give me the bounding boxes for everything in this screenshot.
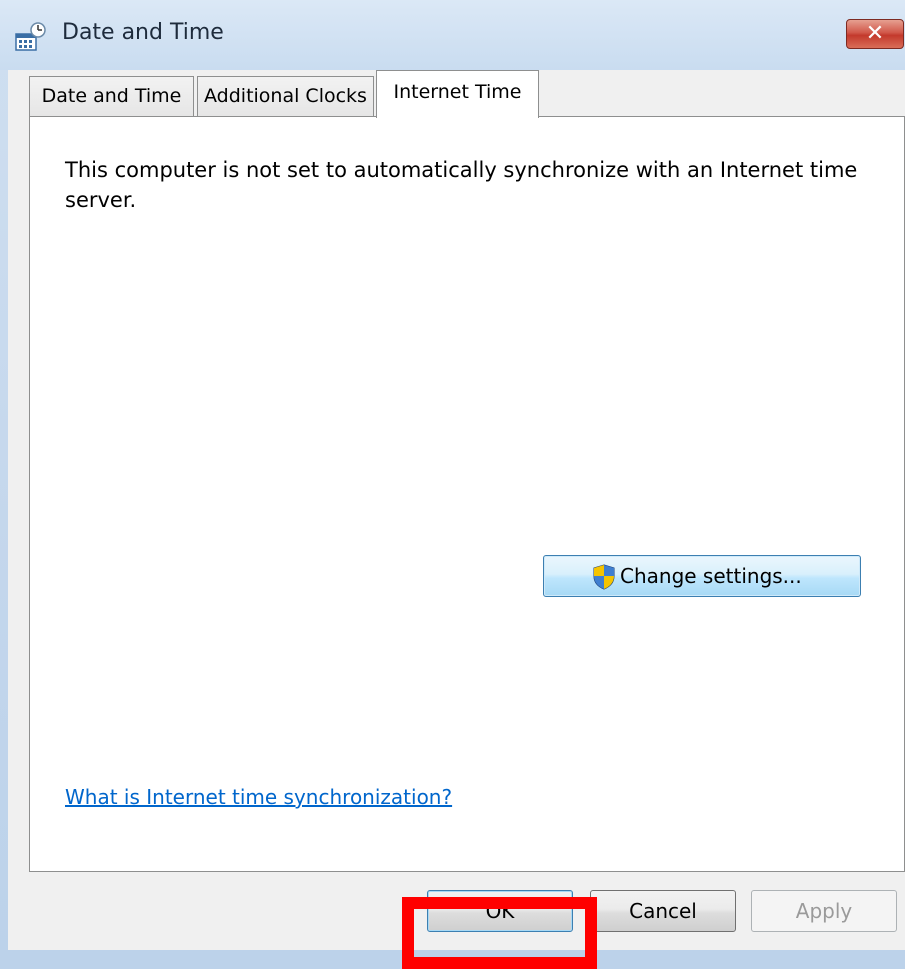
change-settings-label: Change settings... — [620, 564, 802, 588]
tab-panel-internet-time: This computer is not set to automaticall… — [29, 116, 905, 872]
apply-button[interactable]: Apply — [751, 890, 897, 932]
close-icon: ✕ — [865, 21, 885, 46]
cancel-button[interactable]: Cancel — [590, 890, 736, 932]
window-title: Date and Time — [62, 20, 224, 45]
tab-internet-time[interactable]: Internet Time — [376, 70, 539, 118]
title-bar: Date and Time ✕ — [0, 0, 905, 70]
close-button[interactable]: ✕ — [846, 19, 904, 49]
calendar-clock-icon — [15, 22, 46, 51]
change-settings-button[interactable]: Change settings... — [543, 555, 861, 597]
date-time-dialog: Date and Time ✕ Date and Time Additional… — [0, 0, 905, 969]
sync-status-message: This computer is not set to automaticall… — [65, 158, 858, 212]
uac-shield-icon — [593, 564, 615, 590]
tab-additional-clocks[interactable]: Additional Clocks — [197, 76, 374, 116]
tab-date-and-time[interactable]: Date and Time — [29, 76, 194, 116]
annotation-highlight-box — [402, 897, 597, 969]
internet-time-help-link[interactable]: What is Internet time synchronization? — [65, 785, 452, 809]
